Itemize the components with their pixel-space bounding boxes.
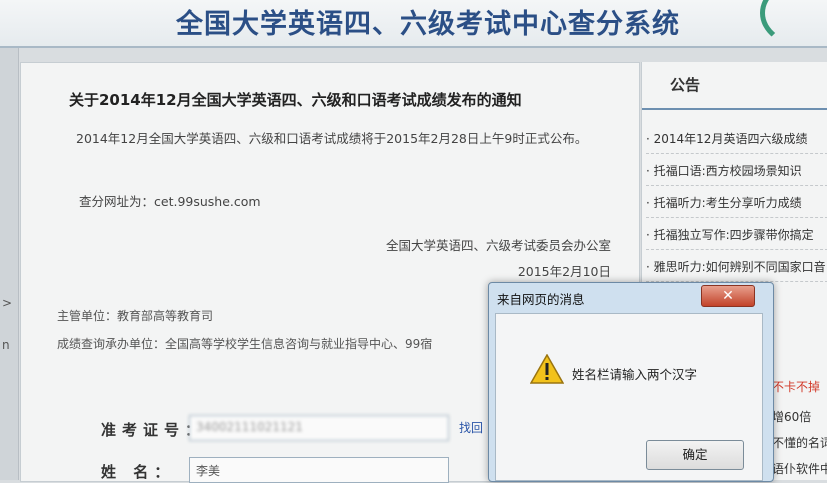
sidebar-item[interactable]: · 2014年12月英语四六级成绩	[646, 130, 827, 154]
find-link[interactable]: 找回	[459, 419, 483, 436]
logo-icon	[760, 0, 827, 48]
site-header: 全国大学英语四、六级考试中心查分系统	[0, 0, 827, 48]
alert-dialog: 来自网页的消息 ✕ 姓名栏请输入两个汉字 确定	[488, 282, 774, 482]
sidebar-tail-text: 增60倍	[772, 410, 812, 424]
sponsor-line: 主管单位：教育部高等教育司	[57, 309, 214, 323]
ok-button[interactable]: 确定	[646, 440, 744, 470]
name-label: 姓 名：	[101, 463, 176, 481]
dialog-body: 姓名栏请输入两个汉字 确定	[495, 313, 763, 481]
notice-url[interactable]: 查分网址为：cet.99sushe.com	[79, 191, 261, 210]
dialog-message: 姓名栏请输入两个汉字	[572, 367, 698, 382]
dialog-title: 来自网页的消息	[497, 292, 585, 307]
sidebar-item[interactable]: · 托福独立写作:四步骤带你搞定	[646, 226, 827, 250]
notice-body: 2014年12月全国大学英语四、六级和口语考试成绩将于2015年2月28日上午9…	[76, 131, 588, 146]
notice-signature: 全国大学英语四、六级考试委员会办公室	[385, 238, 611, 253]
sidebar-item[interactable]: · 雅思听力:如何辨别不同国家口音	[646, 258, 827, 282]
notice-title: 关于2014年12月全国大学英语四、六级和口语考试成绩发布的通知	[69, 91, 522, 109]
sidebar-tail-text: 不懂的名词	[772, 436, 827, 450]
left-arrow-icon[interactable]: >	[2, 296, 12, 310]
sidebar-tail-text: 不卡不掉	[772, 380, 821, 394]
site-title: 全国大学英语四、六级考试中心查分系统	[176, 9, 680, 40]
exam-id-input[interactable]: 34002111021121	[189, 415, 449, 441]
exam-id-row: 准考证号： 34002111021121 找回	[101, 415, 483, 441]
sidebar-tail-text: 语仆软件中	[772, 462, 827, 476]
sidebar-title: 公告	[670, 76, 701, 94]
name-input[interactable]: 李美	[189, 457, 449, 483]
left-edge-glyph: n	[2, 338, 10, 352]
close-icon[interactable]: ✕	[701, 285, 755, 307]
exam-id-label: 准考证号：	[101, 421, 207, 439]
sidebar-divider	[642, 108, 827, 110]
name-row: 姓 名： 李美	[101, 457, 449, 483]
warning-icon	[530, 354, 564, 384]
operator-line: 成绩查询承办单位：全国高等学校学生信息咨询与就业指导中心、99宿	[57, 337, 433, 351]
left-edge-window: > n	[0, 48, 19, 480]
notice-signature-block: 全国大学英语四、六级考试委员会办公室 2015年2月10日	[351, 233, 611, 285]
sidebar-item[interactable]: · 托福听力:考生分享听力成绩	[646, 194, 827, 218]
sidebar-item[interactable]: · 托福口语:西方校园场景知识	[646, 162, 827, 186]
